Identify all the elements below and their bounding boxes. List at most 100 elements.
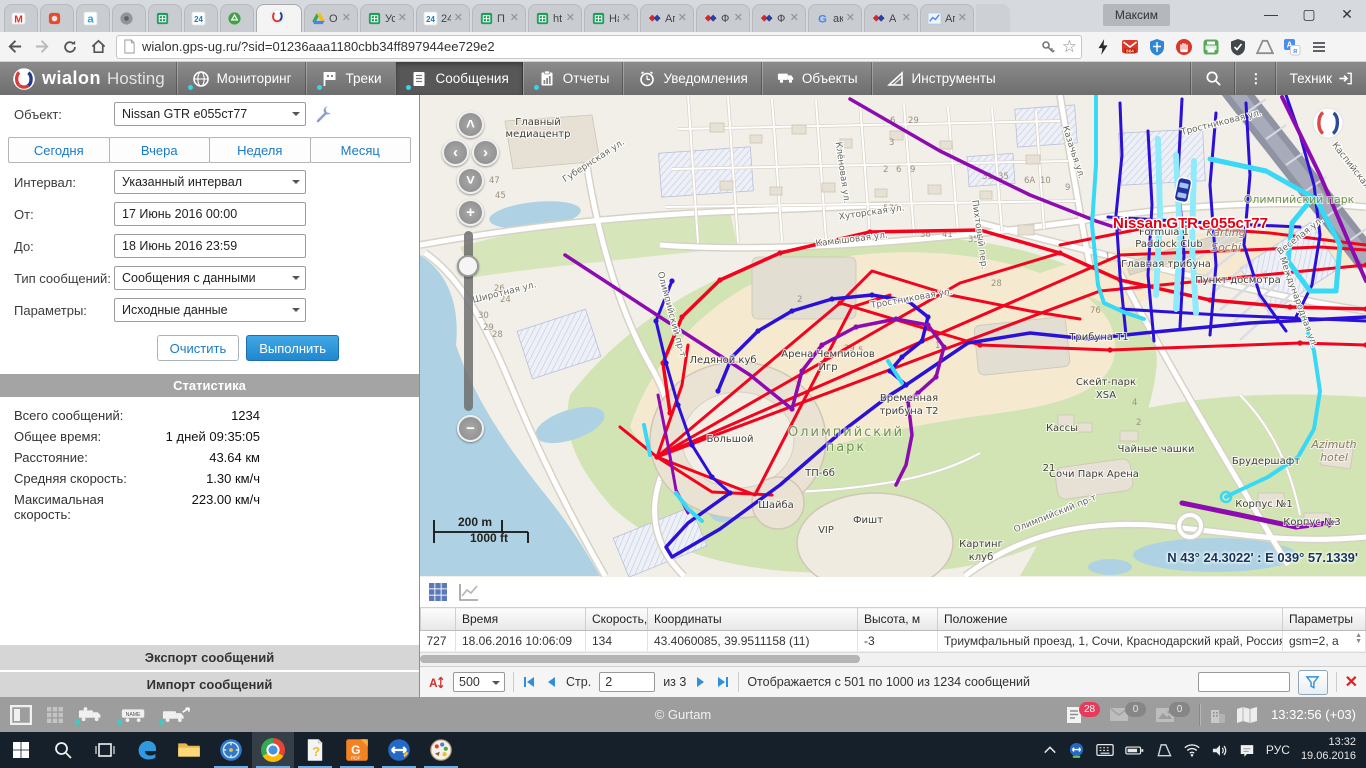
tray-language[interactable]: РУС xyxy=(1266,743,1290,757)
table-search-input[interactable] xyxy=(1198,672,1290,692)
shield-dark-extension-icon[interactable] xyxy=(1229,38,1247,56)
paint-app-taskbar-icon[interactable] xyxy=(420,732,462,768)
new-tab-button[interactable] xyxy=(976,4,1010,32)
edge-taskbar-icon[interactable] xyxy=(126,732,168,768)
home-button[interactable] xyxy=(84,34,112,60)
tab-close-icon[interactable]: ✕ xyxy=(454,13,463,24)
page-number-input[interactable]: 2 xyxy=(599,672,655,692)
tab-close-icon[interactable]: ✕ xyxy=(902,13,911,24)
interval-select[interactable]: Указанный интервал xyxy=(114,170,306,194)
bookmark-star-icon[interactable]: ☆ xyxy=(1062,38,1077,55)
drive-extension-icon[interactable] xyxy=(1256,38,1274,56)
mail-extension-icon[interactable]: 864 xyxy=(1121,38,1139,56)
table-cell[interactable]: Триумфальный проезд, 1, Сочи, Краснодарс… xyxy=(938,631,1283,652)
tray-battery-icon[interactable] xyxy=(1125,744,1144,757)
tab-close-icon[interactable]: ✕ xyxy=(734,13,743,24)
nav-item-уведомления[interactable]: Уведомления xyxy=(623,62,761,95)
browser-profile[interactable]: Максим xyxy=(1103,4,1170,26)
quick-button-месяц[interactable]: Месяц xyxy=(310,137,412,163)
params-select[interactable]: Исходные данные xyxy=(114,298,306,322)
table-cell[interactable]: 18.06.2016 10:06:09 xyxy=(456,631,586,652)
notifications-icon[interactable]: 28 xyxy=(1065,705,1100,725)
browser-tab[interactable]: Gак✕ xyxy=(808,4,862,32)
cell-sort-arrows[interactable]: ▲▼ xyxy=(1355,633,1362,646)
table-cell[interactable]: 43.4060085, 39.9511158 (11) xyxy=(648,631,858,652)
pan-up-button[interactable]: ˄ xyxy=(457,111,484,138)
handstop-extension-icon[interactable] xyxy=(1175,38,1193,56)
buildings-icon[interactable] xyxy=(1209,706,1227,724)
tab-close-icon[interactable]: ✕ xyxy=(678,13,687,24)
nav-item-сообщения[interactable]: Сообщения xyxy=(395,62,522,95)
browser-tab[interactable]: П✕ xyxy=(472,4,526,32)
tab-close-icon[interactable]: ✕ xyxy=(790,13,799,24)
password-key-icon[interactable] xyxy=(1040,39,1056,55)
tray-keyboard-icon[interactable] xyxy=(1096,743,1114,757)
window-minimize-button[interactable]: — xyxy=(1252,0,1290,28)
autoscroll-icon[interactable]: A xyxy=(428,674,445,691)
browser-tab[interactable]: На✕ xyxy=(584,4,638,32)
first-page-button[interactable] xyxy=(522,675,536,689)
media-status-icon[interactable]: 0 xyxy=(1155,707,1190,723)
window-close-button[interactable]: ✕ xyxy=(1328,0,1366,28)
file-explorer-taskbar-icon[interactable] xyxy=(168,732,210,768)
pan-right-button[interactable]: › xyxy=(472,139,499,166)
execute-button[interactable]: Выполнить xyxy=(246,335,339,361)
table-view-icon[interactable] xyxy=(428,582,448,602)
nav-item-мониторинг[interactable]: Мониторинг xyxy=(177,62,306,95)
url-bar[interactable]: wialon.gps-ug.ru/?sid=01236aaa1180cbb34f… xyxy=(116,35,1082,59)
browser-tab[interactable]: ht✕ xyxy=(528,4,582,32)
nav-item-отчеты[interactable]: Отчеты xyxy=(523,62,624,95)
clear-button[interactable]: Очистить xyxy=(157,335,240,361)
object-select[interactable]: Nissan GTR e055ст77 xyxy=(114,102,306,126)
clear-filter-button[interactable]: ✕ xyxy=(1345,672,1358,692)
tab-close-icon[interactable]: ✕ xyxy=(622,13,631,24)
printer-extension-icon[interactable] xyxy=(1202,38,1220,56)
tray-drive-icon[interactable] xyxy=(1155,743,1172,758)
tray-notifications-icon[interactable] xyxy=(1239,743,1255,758)
browser-tab[interactable]: 2424 (2✕ xyxy=(416,4,470,32)
map-canvas[interactable]: 47452624302928629326957931356А1092876136… xyxy=(420,95,1366,577)
pinned-tab-gmail[interactable]: M xyxy=(4,4,38,32)
pinned-tab-b24[interactable]: 24 xyxy=(184,4,218,32)
pinned-tab-graydot[interactable] xyxy=(112,4,146,32)
window-maximize-button[interactable]: ▢ xyxy=(1290,0,1328,28)
translate-extension-icon[interactable]: Aя xyxy=(1283,38,1301,56)
tab-close-icon[interactable]: ✕ xyxy=(342,13,351,24)
forward-button[interactable] xyxy=(28,34,56,60)
chart-view-icon[interactable] xyxy=(458,582,480,602)
table-row[interactable]: 72718.06.2016 10:06:0913443.4060085, 39.… xyxy=(421,631,1366,652)
nav-item-треки[interactable]: Треки xyxy=(306,62,396,95)
browser-tab[interactable]: А✕ xyxy=(864,4,918,32)
from-input[interactable]: 17 Июнь 2016 00:00 xyxy=(114,202,306,226)
table-column-header[interactable]: Скорость, км/ч xyxy=(586,608,648,631)
table-column-header[interactable] xyxy=(421,608,456,631)
gpdf-taskbar-icon[interactable]: GPDF xyxy=(336,732,378,768)
quick-button-неделя[interactable]: Неделя xyxy=(209,137,311,163)
tab-close-icon[interactable]: ✕ xyxy=(510,13,519,24)
map[interactable]: 47452624302928629326957931356А1092876136… xyxy=(420,95,1366,577)
nav-item-объекты[interactable]: Объекты xyxy=(762,62,872,95)
active-tab-wialon[interactable] xyxy=(256,4,302,32)
reload-button[interactable] xyxy=(56,34,84,60)
url-text[interactable]: wialon.gps-ug.ru/?sid=01236aaa1180cbb34f… xyxy=(142,39,495,54)
table-cell[interactable]: gsm=2, a▲▼ xyxy=(1283,631,1366,652)
nav-user-button[interactable]: Техник xyxy=(1276,62,1366,95)
table-cell[interactable]: 134 xyxy=(586,631,648,652)
nav-item-инструменты[interactable]: Инструменты xyxy=(872,62,1010,95)
browser-tab[interactable]: Ф✕ xyxy=(696,4,750,32)
tab-close-icon[interactable]: ✕ xyxy=(958,13,967,24)
pan-down-button[interactable]: ˅ xyxy=(457,167,484,194)
mail-status-icon[interactable]: 0 xyxy=(1109,707,1146,723)
page-size-select[interactable]: 500 xyxy=(453,672,505,692)
tab-close-icon[interactable]: ✕ xyxy=(566,13,575,24)
task-view-button[interactable] xyxy=(84,732,126,768)
tray-clock[interactable]: 13:3219.06.2016 xyxy=(1301,736,1356,764)
import-messages-button[interactable]: Импорт сообщений xyxy=(0,671,419,697)
pan-left-button[interactable]: ‹ xyxy=(442,139,469,166)
next-page-button[interactable] xyxy=(694,675,708,689)
tray-wifi-icon[interactable] xyxy=(1183,743,1201,757)
to-input[interactable]: 18 Июнь 2016 23:59 xyxy=(114,234,306,258)
teamviewer-taskbar-icon[interactable] xyxy=(378,732,420,768)
filter-button[interactable] xyxy=(1298,670,1328,695)
chrome-menu-icon[interactable] xyxy=(1310,38,1328,56)
